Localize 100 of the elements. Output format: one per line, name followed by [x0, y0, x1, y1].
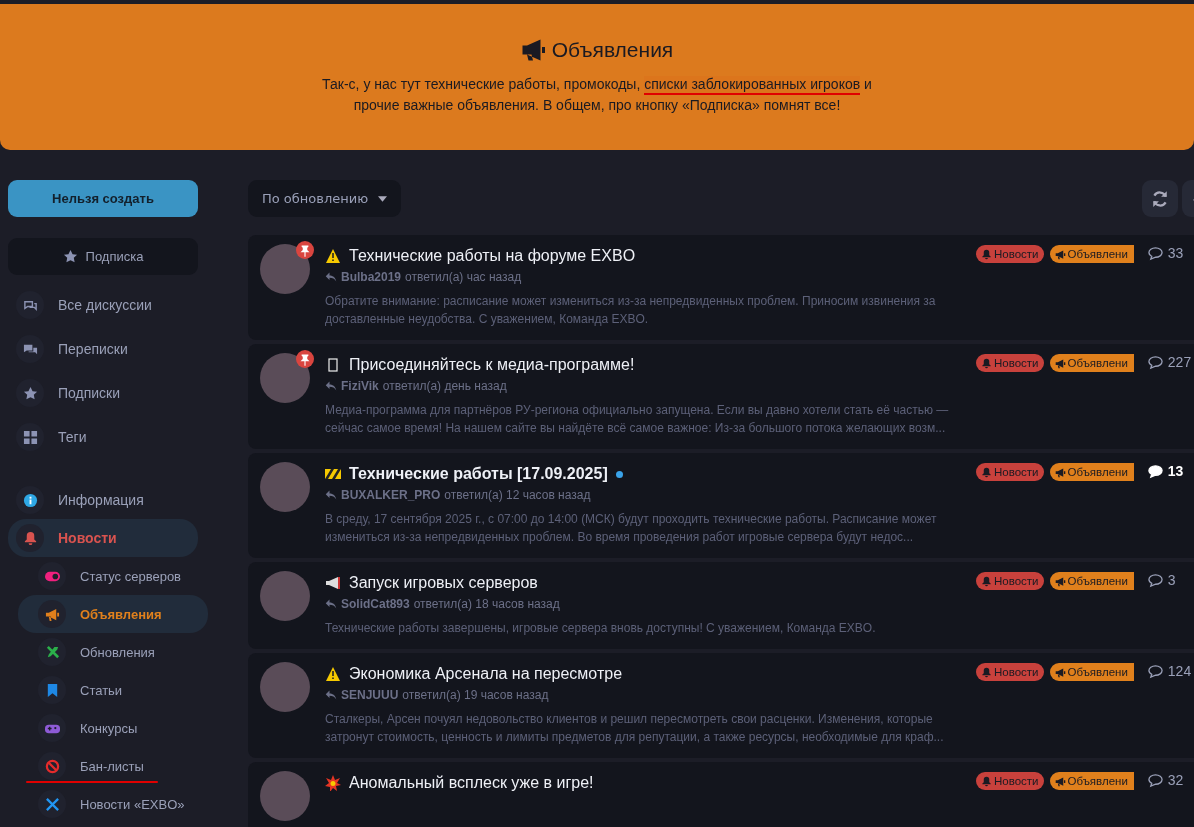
- avatar-placeholder: [260, 571, 310, 621]
- reply-time: ответил(а) 12 часов назад: [444, 488, 591, 502]
- subscription-button[interactable]: Подписка: [8, 238, 198, 275]
- reply-count: 13: [1167, 463, 1184, 479]
- bell-icon: [981, 357, 992, 369]
- discussion-excerpt: Медиа-программа для партнёров РУ-региона официально запущена. Если вы давно хотели стать её частью — сейчас самое время! На нашем сайте вы найдёте всё самое важное: Из-за большого потока желающих возм...: [325, 402, 950, 437]
- sidebar-item[interactable]: Объявления: [18, 595, 208, 633]
- tag-label[interactable]: Объявлени: [1049, 663, 1134, 681]
- refresh-button[interactable]: [1142, 180, 1178, 217]
- discussion-title[interactable]: Запуск игровых серверов: [349, 574, 538, 592]
- sidebar-link[interactable]: Все дискуссии: [8, 283, 198, 327]
- sidebar-link-label: Теги: [58, 429, 87, 445]
- create-discussion-button[interactable]: Нельзя создать: [8, 180, 198, 217]
- sidebar-item[interactable]: Новости «EXBO»: [18, 785, 208, 823]
- discussion-title[interactable]: Технические работы [17.09.2025]: [349, 465, 608, 483]
- discussion-title[interactable]: Аномальный всплеск уже в игре!: [349, 774, 594, 792]
- tag-label[interactable]: Объявлени: [1049, 772, 1134, 790]
- sidebar-item[interactable]: Обновления: [18, 633, 208, 671]
- sidebar-item[interactable]: Информация: [8, 481, 198, 519]
- sidebar-link-label: Переписки: [58, 341, 128, 357]
- reply-count: 124: [1167, 663, 1192, 679]
- tag-label[interactable]: Новости: [976, 572, 1044, 590]
- discussion-card[interactable]: Запуск игровых серверов SolidCat893 ответил(а) 18 часов назад Технические работы завершены, игровые сервера вновь доступны! С уважением, Команда EXBO. Новости Объявлени 3: [248, 562, 1194, 649]
- sidebar-item-label: Статьи: [80, 682, 123, 698]
- author-name[interactable]: SolidCat893: [341, 597, 410, 611]
- bell-icon: [981, 775, 992, 787]
- sort-dropdown[interactable]: По обновлению: [248, 180, 402, 217]
- discussion-title[interactable]: Присоединяйтесь к медиа-программе!: [349, 356, 635, 374]
- discussion-title[interactable]: Экономика Арсенала на пересмотре: [349, 665, 623, 683]
- tag-label[interactable]: Новости: [976, 463, 1044, 481]
- sidebar-item-label: Информация: [58, 492, 144, 508]
- sidebar-item[interactable]: Статьи: [18, 671, 208, 709]
- sidebar-link[interactable]: Подписки: [8, 371, 198, 415]
- reply-count: 3: [1167, 572, 1176, 588]
- sidebar-item-label: Конкурсы: [80, 720, 138, 736]
- reply-count: 227: [1167, 354, 1192, 370]
- megaphone-icon: [1054, 575, 1066, 587]
- discussion-card[interactable]: Аномальный всплеск уже в игре! Новости Объявлени 32: [248, 762, 1194, 827]
- reply-time: ответил(а) 19 часов назад: [402, 688, 549, 702]
- info-icon: [22, 492, 38, 508]
- megaphone-icon: [1054, 248, 1066, 260]
- discussion-card[interactable]: [248, 235, 1194, 340]
- warning-icon: [325, 248, 341, 264]
- sidebar-item-label: Новости «EXBO»: [80, 796, 185, 812]
- tag-label[interactable]: Новости: [976, 772, 1044, 790]
- discussion-card[interactable]: [248, 453, 1194, 558]
- reply-icon: [325, 380, 337, 392]
- bell-icon: [981, 575, 992, 587]
- avatar-placeholder: [260, 462, 310, 512]
- sidebar-item-label: Обновления: [80, 644, 155, 660]
- explosion-icon: [325, 775, 341, 791]
- comment-icon: [1147, 772, 1163, 788]
- megaphone-icon: [44, 606, 60, 622]
- megaphone-icon: [1054, 357, 1066, 369]
- avatar-placeholder: [260, 353, 310, 403]
- reply-count: 33: [1167, 245, 1184, 261]
- avatar-placeholder: [260, 244, 310, 294]
- sidebar-item[interactable]: Бан-листы: [18, 747, 208, 785]
- avatar-placeholder: [260, 662, 310, 712]
- discussion-card[interactable]: [248, 344, 1194, 449]
- bell-icon: [981, 666, 992, 678]
- x-icon: [44, 796, 60, 812]
- star-icon: [22, 385, 38, 401]
- sidebar-link-label: Все дискуссии: [58, 297, 152, 313]
- sidebar-link[interactable]: Теги: [8, 415, 198, 459]
- avatar-placeholder: [260, 771, 310, 821]
- comment-icon: [1147, 663, 1163, 679]
- sidebar-item[interactable]: Статус серверов: [18, 557, 208, 595]
- sidebar-item[interactable]: Новости: [8, 519, 198, 557]
- sidebar-item-label: Новости: [58, 530, 117, 546]
- discussion-excerpt: Сталкеры, Арсен почуял недовольство клиентов и решил пересмотреть свои расценки. Изменения, которые затронут стоимость, ценность и лимиты предметов для репутации, а также ресурсы, необходимые для краф...: [325, 711, 945, 746]
- bell-icon: [981, 466, 992, 478]
- discussion-card[interactable]: [248, 653, 1194, 758]
- sidebar-item[interactable]: Конкурсы: [18, 709, 208, 747]
- author-name[interactable]: BUXALKER_PRO: [341, 488, 441, 502]
- reply-icon: [325, 489, 337, 501]
- hero-title: Объявления: [551, 38, 674, 62]
- tag-label[interactable]: Новости: [976, 245, 1044, 263]
- star-icon: [62, 249, 78, 264]
- megaphone-icon: [1054, 466, 1066, 478]
- reply-count: 32: [1167, 772, 1184, 788]
- reply-time: ответил(а) день назад: [382, 379, 507, 393]
- warning-icon: [325, 666, 341, 682]
- megaphone-icon: [325, 575, 341, 591]
- hero-description: Так-с, у нас тут технические работы, промокоды, списки заблокированных игроков и прочие важные объявления. В общем, про кнопку «Подписка» помнят все!: [321, 75, 873, 115]
- tag-label[interactable]: Объявлени: [1049, 354, 1134, 372]
- megaphone-icon: [520, 38, 545, 62]
- author-name[interactable]: Bulba2019: [341, 270, 402, 284]
- comment-icon: [1147, 572, 1163, 588]
- tag-label[interactable]: Объявлени: [1049, 245, 1134, 263]
- sidebar-link[interactable]: Переписки: [8, 327, 198, 371]
- author-name[interactable]: SENJUUU: [341, 688, 399, 702]
- tag-label[interactable]: Объявлени: [1049, 572, 1134, 590]
- grid-icon: [22, 429, 38, 445]
- tag-label[interactable]: Новости: [976, 354, 1044, 372]
- caret-icon: [378, 195, 388, 202]
- author-name[interactable]: FiziVik: [341, 379, 379, 393]
- tag-label[interactable]: Новости: [976, 663, 1044, 681]
- discussion-title[interactable]: Технические работы на форуме EXBO: [349, 247, 636, 265]
- tag-label[interactable]: Объявлени: [1049, 463, 1134, 481]
